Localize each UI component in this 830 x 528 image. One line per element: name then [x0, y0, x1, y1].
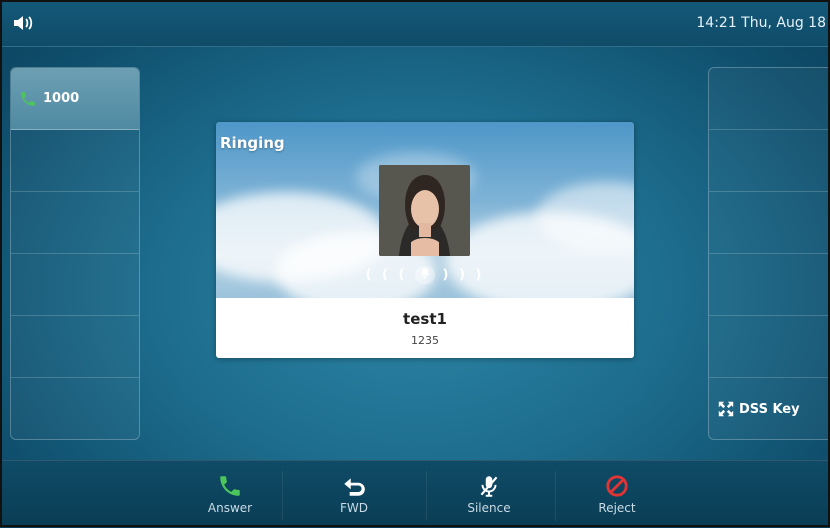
ring-indicator: ( ( ( ) ) )	[216, 266, 634, 284]
line-key-panel: 1000	[10, 67, 140, 440]
status-bar: 14:21 Thu, Aug 18	[0, 0, 830, 47]
dss-key-3[interactable]	[709, 192, 830, 254]
dss-key-toggle[interactable]: DSS Key	[709, 378, 830, 439]
mute-microphone-icon	[480, 476, 498, 497]
bell-icon	[415, 266, 435, 284]
line-key-2[interactable]	[11, 130, 139, 192]
caller-info: test1 1235	[216, 298, 634, 358]
line-key-label: 1000	[43, 91, 80, 106]
dss-key-label: DSS Key	[739, 401, 800, 417]
call-state-label: Ringing	[220, 134, 285, 152]
caller-name: test1	[403, 310, 447, 328]
line-key-3[interactable]	[11, 192, 139, 254]
line-key-5[interactable]	[11, 316, 139, 378]
answer-label: Answer	[207, 501, 253, 515]
clock-date: 14:21 Thu, Aug 18	[696, 15, 826, 31]
forward-arrow-icon	[344, 478, 365, 496]
silence-label: Silence	[467, 501, 511, 515]
phone-icon	[21, 91, 35, 106]
reject-button[interactable]: Reject	[565, 461, 669, 528]
softkey-bar: Answer FWD Silence Reject	[0, 460, 830, 528]
speaker-volume-icon[interactable]	[12, 13, 36, 33]
dss-key-4[interactable]	[709, 254, 830, 316]
forward-label: FWD	[339, 501, 368, 515]
ring-waves-right: ) ) )	[442, 267, 485, 283]
line-key-4[interactable]	[11, 254, 139, 316]
expand-arrows-icon	[718, 401, 734, 417]
ring-waves-left: ( ( (	[365, 267, 408, 283]
incoming-call-card: Ringing ( ( ( ) ) ) test1 1235	[216, 122, 634, 358]
silence-button[interactable]: Silence	[437, 461, 541, 528]
forward-button[interactable]: FWD	[302, 461, 406, 528]
sky-background: Ringing ( ( ( ) ) )	[216, 122, 634, 298]
dss-key-2[interactable]	[709, 130, 830, 192]
line-key-1[interactable]: 1000	[11, 68, 139, 130]
line-key-6[interactable]	[11, 378, 139, 439]
dss-key-5[interactable]	[709, 316, 830, 378]
dss-key-panel: DSS Key	[708, 67, 830, 440]
reject-circle-slash-icon	[606, 475, 628, 497]
reject-label: Reject	[598, 501, 636, 515]
caller-avatar	[379, 165, 470, 256]
answer-button[interactable]: Answer	[178, 461, 282, 528]
answer-phone-icon	[220, 476, 240, 496]
caller-number: 1235	[411, 334, 439, 347]
dss-key-1[interactable]	[709, 68, 830, 130]
